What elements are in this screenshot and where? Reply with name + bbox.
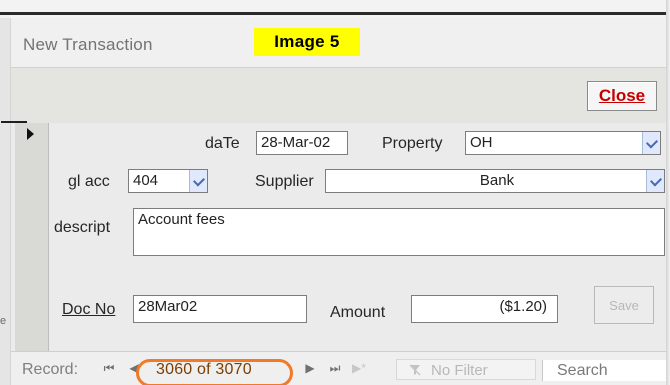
record-label: Record: (22, 361, 79, 378)
background-divider (0, 12, 670, 15)
amount-field[interactable]: ($1.20) (411, 295, 558, 323)
record-navigation-bar: Record: ⏮ ◀ 3060 of 3070 ▶ ⏭ ▶* No Filte… (11, 351, 670, 385)
gl-account-value: 404 (133, 172, 159, 189)
transaction-window: New Transaction Image 5 Close daTe 28-Ma… (1, 18, 670, 385)
search-field[interactable]: Search (542, 360, 670, 381)
screen: e New Transaction Image 5 Close daTe 28-… (0, 0, 670, 385)
document-number-label: Doc No (62, 301, 116, 318)
title-bar: New Transaction Image 5 (11, 18, 670, 67)
property-select[interactable]: OH (465, 131, 661, 155)
gutter-mark: e (0, 315, 7, 327)
supplier-select[interactable]: Bank (325, 169, 665, 193)
description-label: descript (54, 219, 111, 236)
toolbar-area: Close (11, 67, 670, 129)
close-button[interactable]: Close (587, 81, 657, 111)
description-field[interactable]: Account fees (133, 208, 665, 256)
first-record-icon[interactable]: ⏮ (102, 360, 116, 376)
background-strip (0, 0, 670, 18)
gl-account-select[interactable]: 404 (128, 169, 208, 193)
window-title: New Transaction (23, 35, 153, 54)
amount-label: Amount (330, 304, 386, 321)
new-record-icon[interactable]: ▶* (352, 360, 366, 376)
filter-label: No Filter (431, 362, 488, 379)
supplier-label: Supplier (255, 173, 314, 190)
image-label: Image 5 (254, 28, 360, 56)
supplier-value: Bank (479, 172, 515, 189)
supplier-dropdown-icon[interactable] (646, 170, 664, 192)
gl-account-label: gl acc (68, 173, 110, 190)
transaction-form: daTe 28-Mar-02 Property OH gl acc 404 Su… (11, 123, 670, 351)
disabled-action-button[interactable]: Save (594, 286, 654, 324)
current-record-icon (27, 128, 34, 140)
property-dropdown-icon[interactable] (642, 132, 660, 154)
date-label: daTe (205, 135, 240, 152)
filter-icon (409, 364, 421, 376)
highlight-ellipse (136, 359, 293, 385)
document-number-field[interactable]: 28Mar02 (133, 295, 307, 323)
record-selector[interactable] (15, 123, 49, 351)
window-edge (666, 0, 670, 385)
last-record-icon[interactable]: ⏭ (328, 360, 342, 376)
property-value: OH (470, 134, 493, 151)
date-field[interactable]: 28-Mar-02 (256, 131, 348, 155)
no-filter-button[interactable]: No Filter (396, 359, 536, 380)
gl-account-dropdown-icon[interactable] (189, 170, 207, 192)
next-record-icon[interactable]: ▶ (303, 360, 317, 376)
property-label: Property (382, 135, 443, 152)
